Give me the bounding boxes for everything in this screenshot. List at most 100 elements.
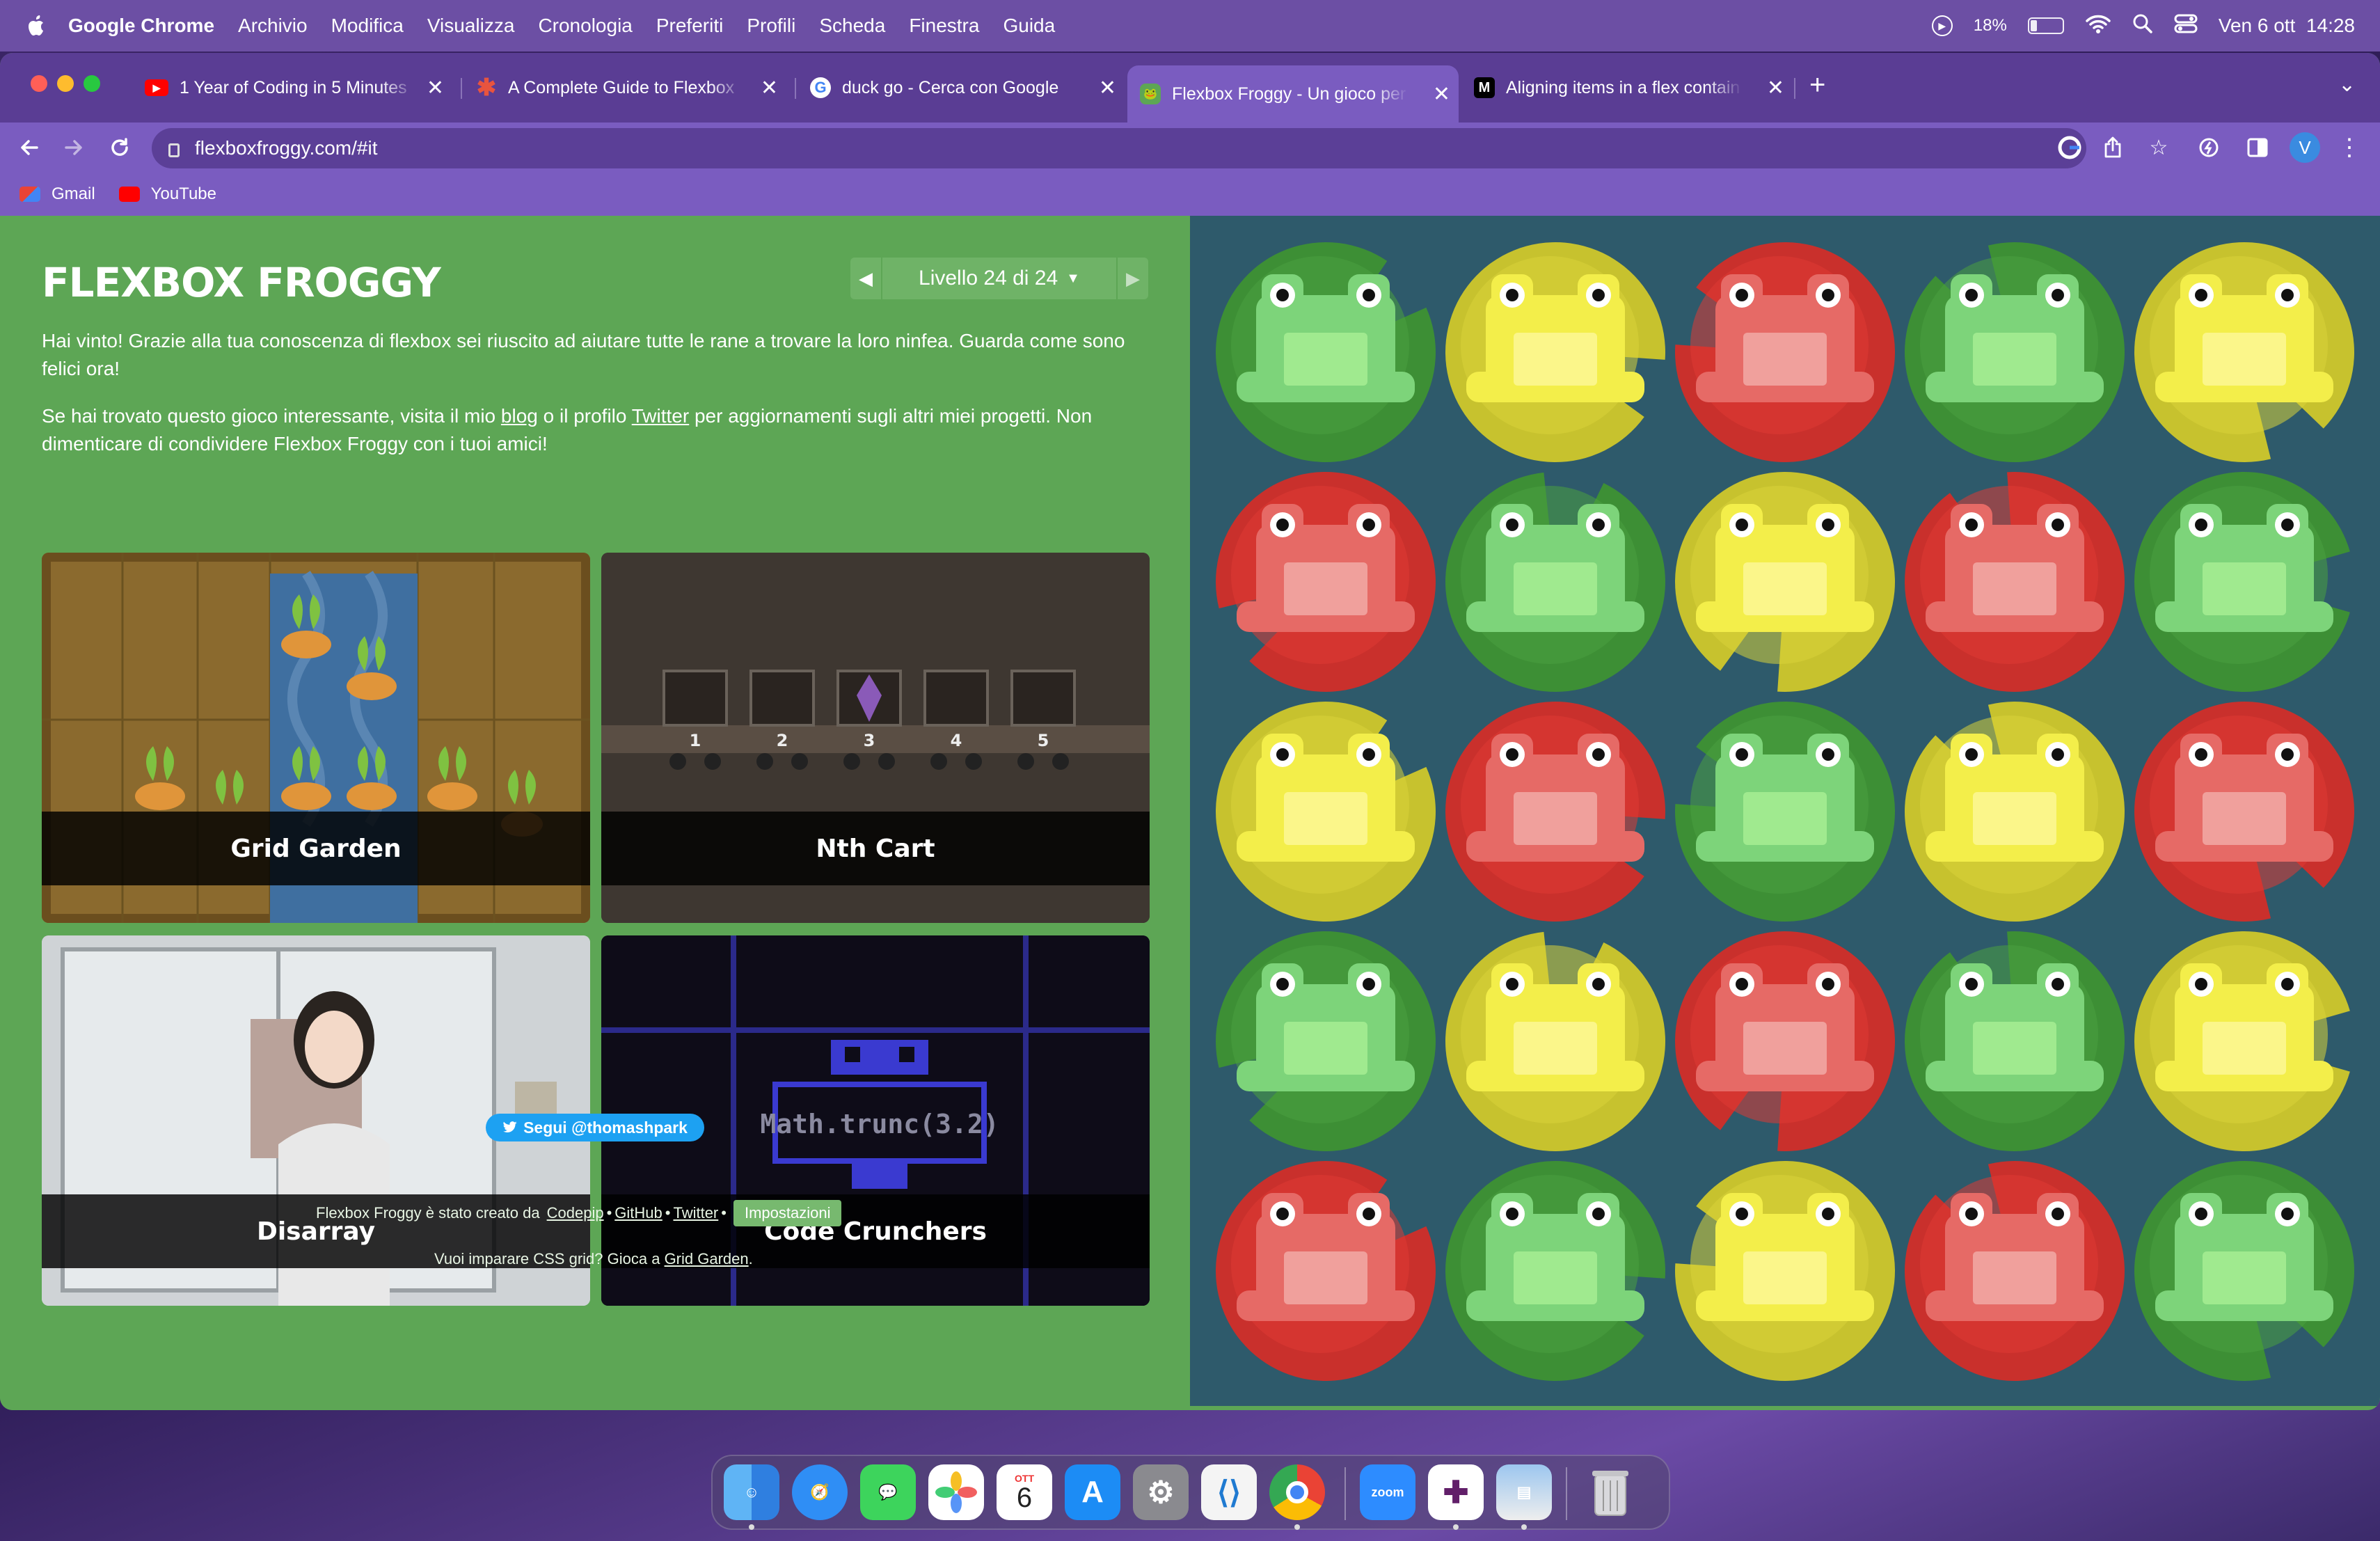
lock-icon[interactable] [168, 143, 180, 157]
previous-level-button[interactable]: ◀ [850, 258, 881, 299]
red-frog-lilypad [1445, 702, 1665, 922]
codepip-link[interactable]: Codepip [547, 1204, 604, 1222]
safari-icon[interactable]: 🧭 [792, 1464, 848, 1520]
css-tricks-icon: ✱ [476, 74, 497, 101]
chrome-menu-icon[interactable]: ⋮ [2334, 132, 2365, 163]
bookmark-youtube[interactable]: YouTube [118, 184, 216, 204]
macos-menubar: Google Chrome Archivio Modifica Visualiz… [0, 0, 2380, 52]
google-lens-icon[interactable] [2054, 132, 2085, 163]
close-tab-icon[interactable]: ✕ [1767, 76, 1784, 100]
address-url[interactable]: flexboxfroggy.com/#it [195, 137, 378, 159]
system-settings-icon[interactable]: ⚙ [1133, 1464, 1189, 1520]
grid-garden-link[interactable]: Grid Garden [665, 1250, 749, 1267]
menubar-clock[interactable]: Ven 6 ott 14:28 [2219, 15, 2355, 37]
finder-icon[interactable]: ☺ [724, 1464, 779, 1520]
back-button[interactable] [11, 129, 47, 166]
close-tab-icon[interactable]: ✕ [427, 76, 444, 100]
spotlight-search-icon[interactable] [2132, 13, 2153, 39]
menu-modifica[interactable]: Modifica [331, 15, 404, 37]
tab-css-tricks[interactable]: ✱ A Complete Guide to Flexbox ✕ [463, 65, 786, 110]
red-frog-lilypad [1905, 472, 2125, 693]
chrome-window: ▶ 1 Year of Coding in 5 Minutes ✕ ✱ A Co… [0, 53, 2380, 1410]
left-panel: FLEXBOX FROGGY ◀ Livello 24 di 24 ▼ ▶ Ha… [0, 216, 1190, 1410]
google-icon: G [810, 77, 831, 98]
vscode-icon[interactable]: ⟨⟩ [1201, 1464, 1257, 1520]
tab-youtube[interactable]: ▶ 1 Year of Coding in 5 Minutes ✕ [132, 65, 452, 110]
tab-mdn[interactable]: M Aligning items in a flex contain ✕ [1461, 65, 1793, 110]
bookmark-star-icon[interactable]: ☆ [2143, 132, 2174, 163]
minimize-window-button[interactable] [57, 75, 74, 92]
level-dropdown[interactable]: Livello 24 di 24 ▼ [881, 258, 1118, 299]
green-frog-lilypad [1216, 931, 1436, 1151]
tab-flexbox-froggy[interactable]: 🐸 Flexbox Froggy - Un gioco per ✕ [1127, 65, 1459, 123]
menu-finestra[interactable]: Finestra [909, 15, 979, 37]
cart-number: 2 [777, 731, 788, 750]
menu-profili[interactable]: Profili [747, 15, 795, 37]
level-selector: ◀ Livello 24 di 24 ▼ ▶ [850, 258, 1148, 299]
next-level-button[interactable]: ▶ [1118, 258, 1148, 299]
cart-number: 3 [864, 731, 875, 750]
github-link[interactable]: GitHub [614, 1204, 662, 1222]
close-tab-icon[interactable]: ✕ [1433, 82, 1450, 106]
tab-separator [795, 78, 796, 99]
twitter-follow-button[interactable]: Segui @thomashpark [486, 1114, 704, 1141]
bookmark-gmail[interactable]: Gmail [19, 184, 95, 204]
slack-icon[interactable]: ✚ [1428, 1464, 1484, 1520]
grid-garden-card[interactable]: Grid Garden [42, 553, 590, 923]
app-name[interactable]: Google Chrome [68, 15, 214, 37]
trash-icon[interactable] [1582, 1464, 1638, 1520]
close-tab-icon[interactable]: ✕ [1099, 76, 1116, 100]
side-panel-icon[interactable] [2242, 132, 2273, 163]
share-icon[interactable] [2097, 132, 2128, 163]
zoom-icon[interactable]: zoom [1360, 1464, 1415, 1520]
cart-number: 5 [1038, 731, 1049, 750]
preview-icon[interactable]: ▤ [1496, 1464, 1552, 1520]
yellow-frog-lilypad [1675, 472, 1895, 692]
nth-cart-card[interactable]: 1 2 3 4 5 Nth Cart [601, 553, 1150, 923]
profile-avatar[interactable]: V [2290, 132, 2320, 163]
close-tab-icon[interactable]: ✕ [761, 76, 778, 100]
red-frog-lilypad [1675, 242, 1895, 462]
wifi-icon[interactable] [2085, 14, 2111, 38]
forward-button[interactable] [56, 129, 92, 166]
menu-preferiti[interactable]: Preferiti [656, 15, 723, 37]
apple-menu-icon[interactable] [26, 14, 47, 38]
tab-search-chevron-icon[interactable]: ⌄ [2338, 72, 2356, 97]
green-frog-lilypad [1216, 242, 1436, 462]
zoom-window-button[interactable] [84, 75, 100, 92]
youtube-icon [118, 187, 140, 202]
yellow-frog-lilypad [1445, 242, 1665, 463]
mdn-icon: M [1474, 77, 1495, 98]
address-bar[interactable]: flexboxfroggy.com/#it [152, 128, 2086, 168]
close-window-button[interactable] [31, 75, 47, 92]
calendar-icon[interactable]: OTT 6 [997, 1464, 1052, 1520]
app-store-icon[interactable]: A [1065, 1464, 1120, 1520]
blog-link[interactable]: blog [501, 405, 538, 427]
green-frog-lilypad [1445, 472, 1665, 692]
menu-scheda[interactable]: Scheda [819, 15, 885, 37]
media-play-icon[interactable]: ▶ [1931, 15, 1953, 36]
messages-icon[interactable]: 💬 [860, 1464, 916, 1520]
promo-message: Se hai trovato questo gioco interessante… [42, 405, 1093, 455]
green-frog-lilypad [1905, 242, 2125, 462]
reload-button[interactable] [102, 129, 138, 166]
tab-separator [1794, 78, 1795, 99]
settings-button[interactable]: Impostazioni [733, 1200, 842, 1226]
tab-google-search[interactable]: G duck go - Cerca con Google ✕ [798, 65, 1125, 110]
win-message: Hai vinto! Grazie alla tua conoscenza di… [42, 330, 1125, 379]
gmail-icon [19, 187, 40, 202]
control-center-icon[interactable] [2174, 13, 2198, 39]
battery-icon[interactable] [2027, 17, 2064, 34]
twitter-link[interactable]: Twitter [632, 405, 689, 427]
extension-icon[interactable] [2193, 132, 2224, 163]
menu-visualizza[interactable]: Visualizza [427, 15, 515, 37]
menu-guida[interactable]: Guida [1003, 15, 1055, 37]
menu-cronologia[interactable]: Cronologia [538, 15, 632, 37]
photos-icon[interactable] [928, 1464, 984, 1520]
chrome-icon[interactable] [1269, 1464, 1325, 1520]
footer-twitter-link[interactable]: Twitter [673, 1204, 718, 1222]
red-frog-lilypad [1675, 931, 1895, 1151]
new-tab-button[interactable]: + [1809, 70, 1825, 101]
menu-archivio[interactable]: Archivio [238, 15, 308, 37]
yellow-frog-lilypad [1675, 1161, 1895, 1382]
